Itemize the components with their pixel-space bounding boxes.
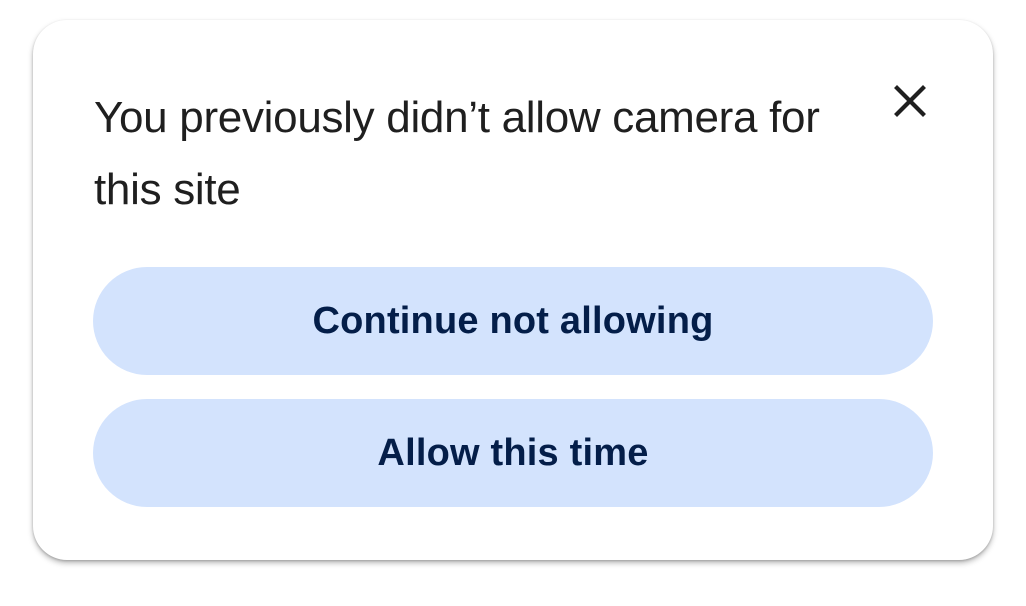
close-icon — [894, 85, 926, 117]
permission-dialog: You previously didn’t allow camera for t… — [33, 20, 993, 560]
allow-this-time-button[interactable]: Allow this time — [93, 399, 933, 507]
continue-not-allowing-label: Continue not allowing — [312, 299, 714, 342]
close-button[interactable] — [885, 76, 935, 126]
dialog-title: You previously didn’t allow camera for t… — [94, 93, 820, 214]
continue-not-allowing-button[interactable]: Continue not allowing — [93, 267, 933, 375]
allow-this-time-label: Allow this time — [377, 431, 649, 474]
